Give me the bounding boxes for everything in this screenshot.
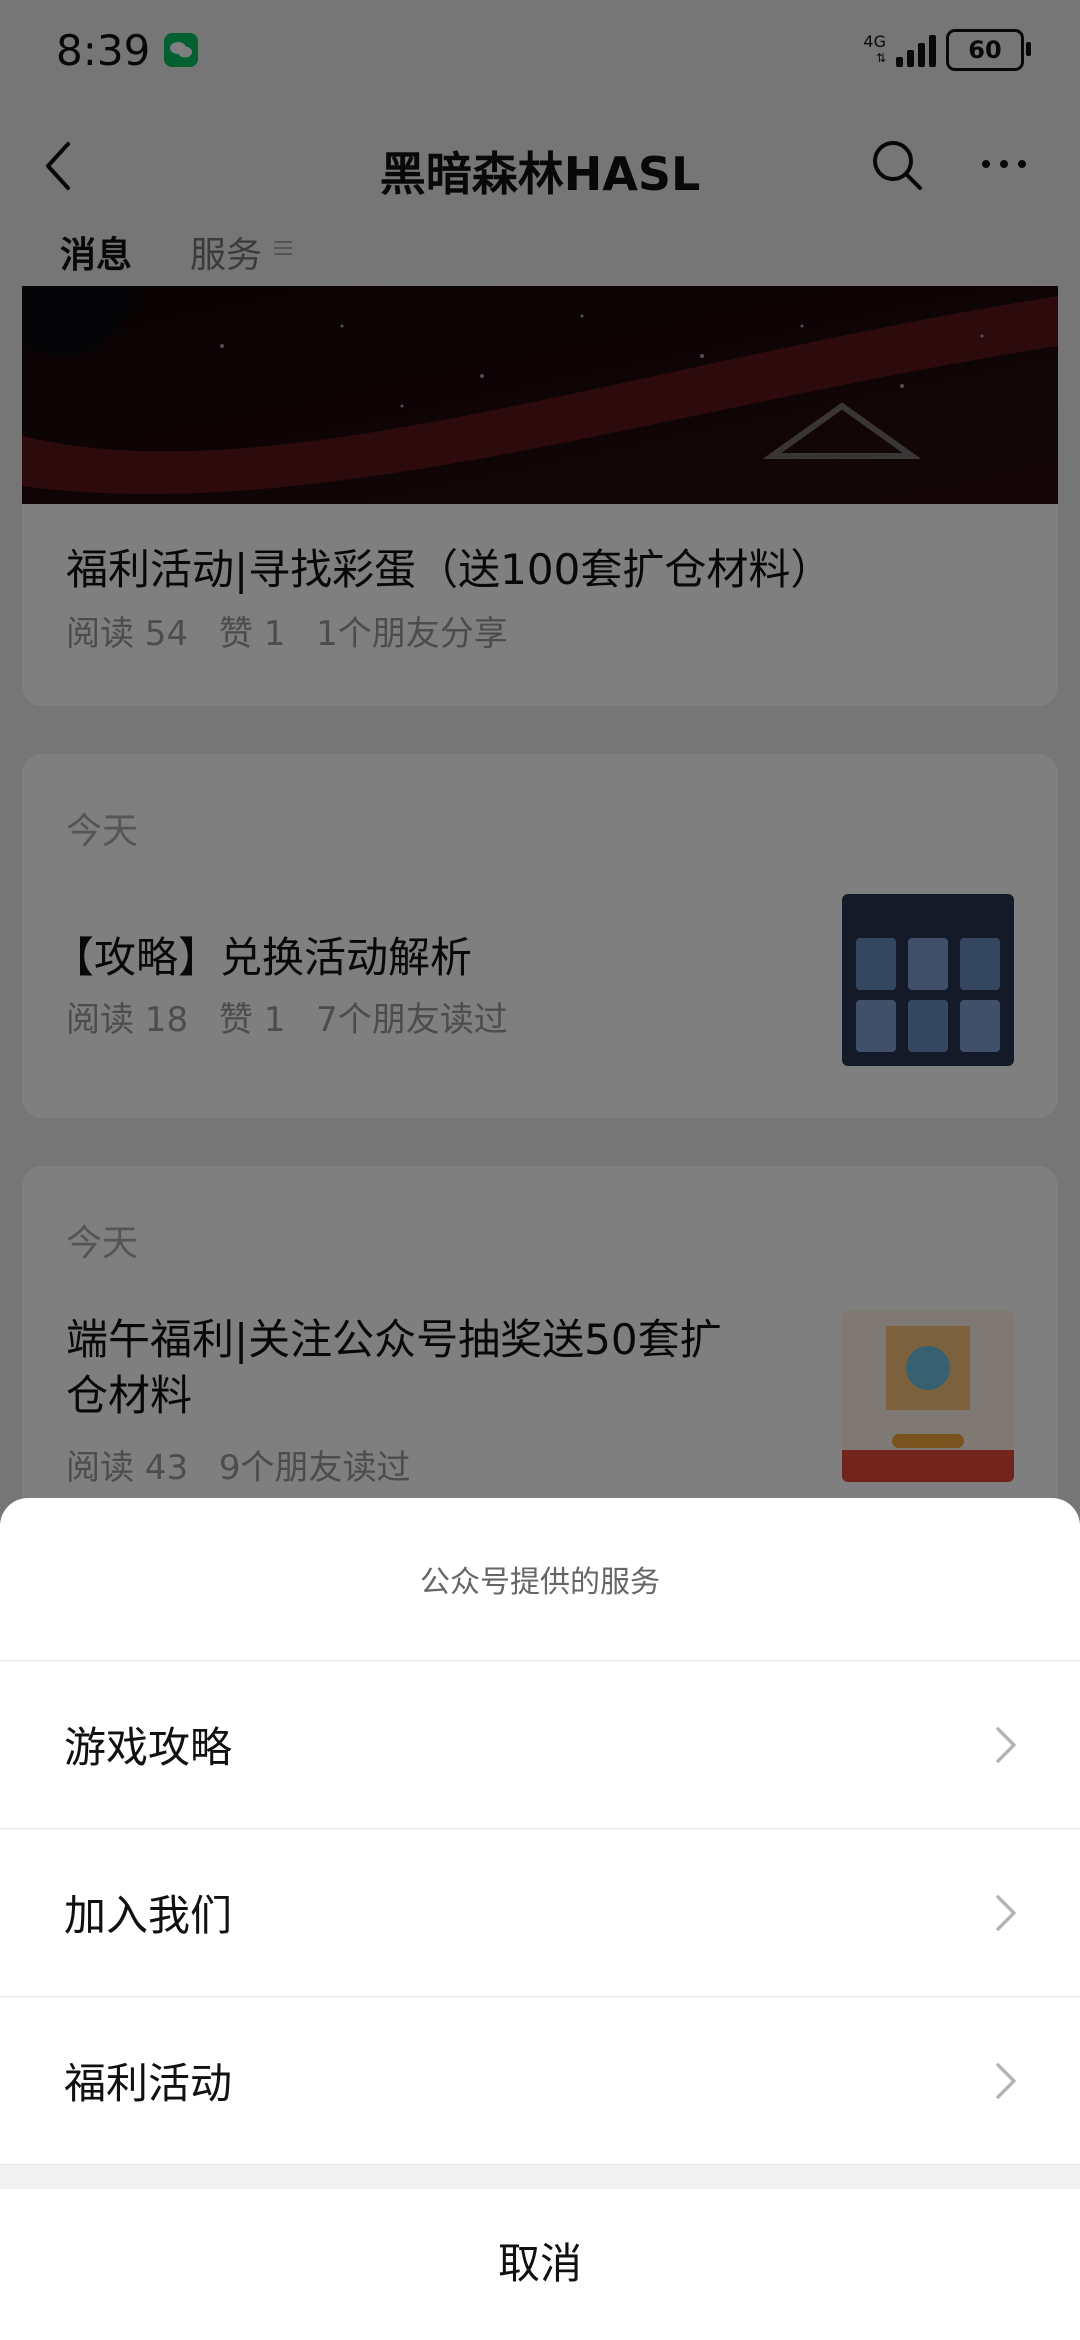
chevron-right-icon	[996, 1894, 1016, 1931]
sheet-divider	[0, 2165, 1080, 2189]
cancel-button[interactable]: 取消	[0, 2189, 1080, 2339]
chevron-right-icon	[996, 2062, 1016, 2099]
services-action-sheet: 公众号提供的服务 游戏攻略 加入我们 福利活动 取消	[0, 1498, 1080, 2340]
chevron-right-icon	[996, 1726, 1016, 1763]
sheet-item-label: 福利活动	[64, 2059, 233, 2108]
sheet-item-welfare-activity[interactable]: 福利活动	[0, 1997, 1080, 2165]
sheet-item-join-us[interactable]: 加入我们	[0, 1829, 1080, 1997]
sheet-title: 公众号提供的服务	[0, 1498, 1080, 1661]
sheet-item-label: 游戏攻略	[64, 1723, 233, 1772]
sheet-item-label: 加入我们	[64, 1891, 233, 1940]
sheet-item-game-guide[interactable]: 游戏攻略	[0, 1661, 1080, 1829]
